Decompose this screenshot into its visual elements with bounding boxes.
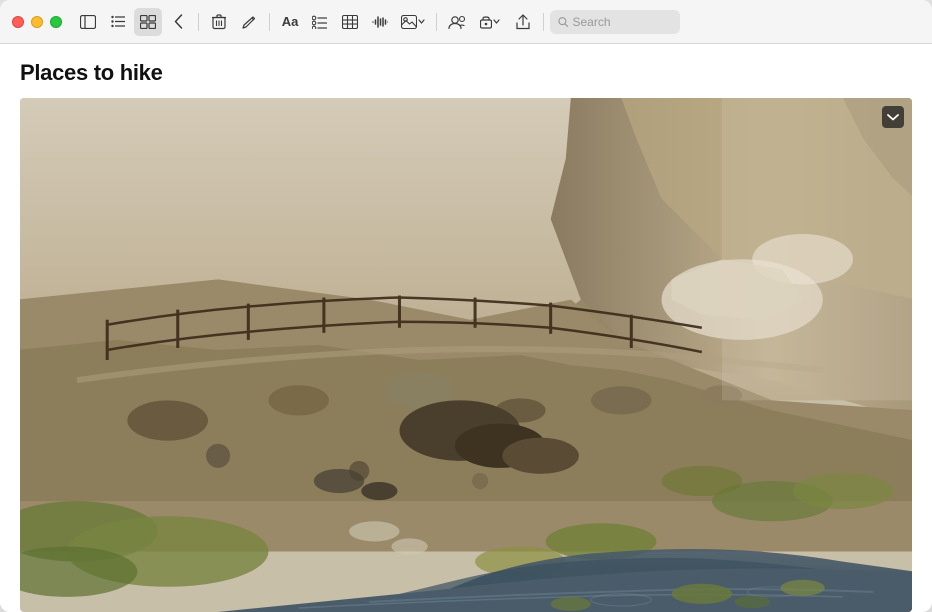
toolbar-divider-2 <box>269 13 270 31</box>
lock-icon <box>480 14 492 29</box>
collaborate-icon <box>448 15 466 29</box>
list-view-button[interactable] <box>104 8 132 36</box>
table-icon <box>342 15 358 29</box>
lock-dropdown-icon <box>493 19 500 24</box>
search-icon <box>558 16 568 28</box>
search-input[interactable] <box>572 15 672 29</box>
share-button[interactable] <box>509 8 537 36</box>
lock-button[interactable] <box>473 8 507 36</box>
media-button[interactable] <box>396 8 430 36</box>
minimize-button[interactable] <box>31 16 43 28</box>
back-button[interactable] <box>164 8 192 36</box>
table-button[interactable] <box>336 8 364 36</box>
delete-button[interactable] <box>205 8 233 36</box>
toolbar: Aa <box>74 8 920 36</box>
toolbar-divider-4 <box>543 13 544 31</box>
traffic-lights <box>12 16 62 28</box>
image-expand-button[interactable] <box>882 106 904 128</box>
checklist-icon <box>312 15 328 29</box>
attachment-button[interactable] <box>366 8 394 36</box>
list-icon <box>111 15 126 28</box>
photo-icon <box>401 15 417 29</box>
note-image <box>20 98 912 612</box>
media-dropdown-icon <box>418 19 425 24</box>
sidebar-toggle-button[interactable] <box>74 8 102 36</box>
search-box[interactable] <box>550 10 680 34</box>
checklist-button[interactable] <box>306 8 334 36</box>
share-icon <box>516 14 530 30</box>
chevron-down-icon <box>887 111 899 123</box>
note-title: Places to hike <box>20 60 912 86</box>
toolbar-divider-1 <box>198 13 199 31</box>
toolbar-divider-3 <box>436 13 437 31</box>
notes-window: Aa <box>0 0 932 612</box>
format-text-button[interactable]: Aa <box>276 8 304 36</box>
gallery-icon <box>140 15 156 29</box>
maximize-button[interactable] <box>50 16 62 28</box>
titlebar: Aa <box>0 0 932 44</box>
note-image-container <box>20 98 912 612</box>
sidebar-icon <box>80 15 96 29</box>
collaborate-button[interactable] <box>443 8 471 36</box>
compose-icon <box>242 14 257 29</box>
trash-icon <box>212 14 226 30</box>
waveform-icon <box>372 15 388 29</box>
note-content: Places to hike <box>0 44 932 612</box>
format-text-icon: Aa <box>282 14 299 29</box>
edit-button[interactable] <box>235 8 263 36</box>
back-icon <box>174 14 183 29</box>
close-button[interactable] <box>12 16 24 28</box>
gallery-view-button[interactable] <box>134 8 162 36</box>
